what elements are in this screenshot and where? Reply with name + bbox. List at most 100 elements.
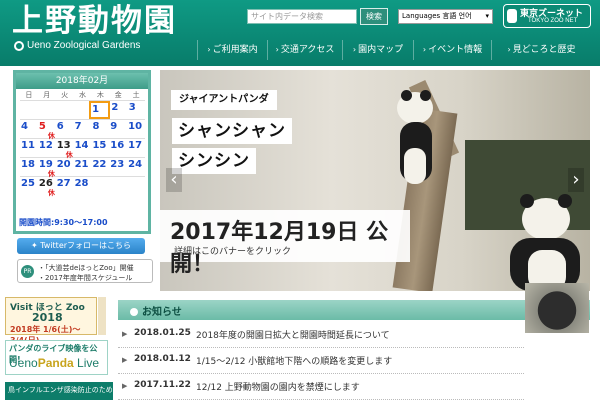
calendar-day[interactable]: 10 [127, 120, 145, 138]
calendar-day[interactable]: 12 [38, 139, 56, 157]
calendar-day-closed[interactable]: 5休 [38, 120, 56, 140]
pr-link[interactable]: ・2017年度年間スケジュール [38, 273, 132, 283]
calendar-day[interactable]: 22 [91, 158, 109, 176]
twitter-follow-label: Twitterフォローはこちら [40, 241, 132, 250]
hero-title-line: シンシン [172, 148, 256, 174]
nav-item-map[interactable]: › 園内マップ [342, 40, 413, 60]
search-input[interactable]: サイト内データ検索 [247, 9, 357, 24]
calendar-day[interactable]: 6 [56, 120, 74, 138]
calendar-day[interactable]: 17 [127, 139, 145, 157]
zoonet-en-label: TOKYO ZOO NET [528, 18, 578, 24]
bird-flu-text: 鳥インフルエンザ感染防止のため [8, 386, 113, 394]
twitter-bird-icon: ✦ [30, 241, 41, 250]
opening-calendar: 2018年02月 日 月 火 水 木 金 土 1 2 3 4 5 休 6 7 8… [13, 70, 151, 234]
chevron-right-icon: › [507, 45, 511, 54]
triangle-right-icon: ▶ [122, 330, 128, 338]
panda-live-logo: UenoPanda Live [9, 356, 99, 370]
calendar-day-closed[interactable]: 19 休 [38, 158, 56, 178]
calendar-day[interactable]: 14 [74, 139, 92, 157]
calendar-day[interactable]: 3 [128, 101, 145, 119]
news-header: お知らせ [118, 300, 590, 320]
triangle-right-icon: ▶ [122, 382, 128, 390]
panda-live-logo-part: Ueno [9, 356, 38, 370]
panda-hero-banner[interactable]: ジャイアントパンダ シャンシャン シンシン 2017年12月19日 公開！ 詳細… [160, 70, 590, 291]
calendar-day-number: 5 [38, 121, 46, 132]
calendar-week: 18 19 休 20 21 22 23 24 [20, 157, 145, 178]
logo-ring-icon [14, 40, 24, 51]
calendar-day[interactable]: 16 [109, 139, 127, 157]
hero-cta: 詳細はこのバナーをクリック [174, 247, 292, 257]
calendar-day[interactable]: 27 [56, 177, 74, 195]
calendar-day[interactable]: 23 [109, 158, 127, 176]
nav-item-label: 交通アクセス [280, 45, 335, 55]
site-logo-subtitle[interactable]: Ueno Zoological Gardens [14, 40, 140, 51]
calendar-day [91, 177, 109, 195]
search-button[interactable]: 検索 [360, 8, 388, 25]
calendar-day[interactable]: 9 [109, 120, 127, 138]
calendar-weekday-row: 日 月 火 水 木 金 土 [20, 90, 145, 100]
calendar-day[interactable]: 2 [110, 101, 127, 119]
hot-zoo-year: 2018 [32, 311, 63, 324]
hero-title-line: シャンシャン [172, 118, 292, 144]
panda-ear [558, 194, 572, 208]
weekday-label: 土 [132, 91, 140, 99]
nav-item-label: イベント情報 [428, 45, 483, 55]
calendar-day[interactable]: 21 [74, 158, 92, 176]
nav-item-guide[interactable]: › ご利用案内 [197, 40, 267, 60]
calendar-day[interactable]: 8 [91, 120, 109, 138]
calendar-day-closed[interactable]: 26 休 [38, 177, 56, 197]
tokyo-zoo-net-link[interactable]: 東京ズーネット TOKYO ZOO NET [503, 4, 591, 28]
panda-live-logo-part: Live [73, 356, 100, 370]
panda-cub-belly [404, 148, 426, 184]
news-item[interactable]: ▶ 2017.11.22 12/12 上野動物園の園内を禁煙にします [118, 374, 524, 400]
calendar-day-today[interactable]: 1 [89, 101, 111, 119]
calendar-day[interactable]: 20 [56, 158, 74, 176]
news-item[interactable]: ▶ 2018.01.12 1/15〜2/12 小獣館地下階への順路を変更します [118, 348, 524, 374]
calendar-day[interactable]: 15 [91, 139, 109, 157]
calendar-day[interactable]: 4 [20, 120, 38, 138]
weekday-label: 日 [25, 91, 33, 99]
twitter-follow-button[interactable]: ✦ Twitterフォローはこちら [17, 238, 145, 254]
hot-zoo-banner[interactable]: Visit ほっと Zoo 2018 2018年 1/6(土)〜3/4(日) [5, 297, 97, 345]
language-select[interactable]: Languages 言語 언어 ▾ [398, 9, 493, 24]
calendar-day[interactable]: 25 [20, 177, 38, 195]
calendar-day [37, 101, 54, 119]
carousel-prev-button[interactable]: ‹ [166, 168, 182, 192]
calendar-day[interactable]: 28 [74, 177, 92, 195]
calendar-title: 2018年02月 [16, 73, 148, 89]
opening-hours: 開園時間:9:30〜17:00 [19, 218, 108, 227]
news-item[interactable]: ▶ 2018.01.25 2018年度の開園日拡大と開園時間延長について [118, 322, 524, 348]
gorilla-image [525, 283, 589, 333]
nav-item-label: ご利用案内 [212, 45, 258, 55]
chevron-right-icon: › [207, 45, 211, 54]
pr-badge: PR [21, 265, 34, 278]
calendar-week: 1 2 3 [20, 100, 145, 119]
panda-ear [401, 90, 412, 101]
calendar-day[interactable]: 11 [20, 139, 38, 157]
nav-item-history[interactable]: › 見どころと歴史 [491, 40, 591, 60]
nav-item-access[interactable]: › 交通アクセス [267, 40, 342, 60]
hero-date-box: 2017年12月19日 公開！ 詳細はこのバナーをクリック [160, 210, 410, 277]
panda-ear [520, 194, 534, 208]
logo-subtitle-text: Ueno Zoological Gardens [27, 40, 141, 51]
nav-item-events[interactable]: › イベント情報 [413, 40, 491, 60]
language-select-label: Languages 言語 언어 [402, 12, 472, 20]
pr-link[interactable]: ・「大道芸deほっとZoo」開催 [38, 263, 134, 273]
calendar-day [20, 101, 37, 119]
site-logo-title[interactable]: 上野動物園 [12, 2, 177, 40]
calendar-day[interactable]: 7 [74, 120, 92, 138]
calendar-day[interactable]: 24 [127, 158, 145, 176]
panda-live-banner[interactable]: パンダのライブ映像を公開! UenoPanda Live [5, 340, 108, 375]
calendar-day[interactable]: 18 [20, 158, 38, 176]
news-title: 12/12 上野動物園の園内を禁煙にします [196, 383, 360, 393]
animal-icon [507, 9, 517, 23]
bullet-icon [130, 308, 138, 316]
panda-ear [420, 90, 431, 101]
carousel-next-button[interactable]: › [568, 168, 584, 192]
weekday-label: 木 [96, 91, 104, 99]
page: 上野動物園 Ueno Zoological Gardens サイト内データ検索 … [0, 0, 600, 400]
calendar-day-closed[interactable]: 13 休 [56, 139, 74, 159]
triangle-right-icon: ▶ [122, 356, 128, 364]
bird-flu-banner[interactable]: 鳥インフルエンザ感染防止のため [5, 382, 113, 400]
calendar-day [109, 177, 127, 195]
